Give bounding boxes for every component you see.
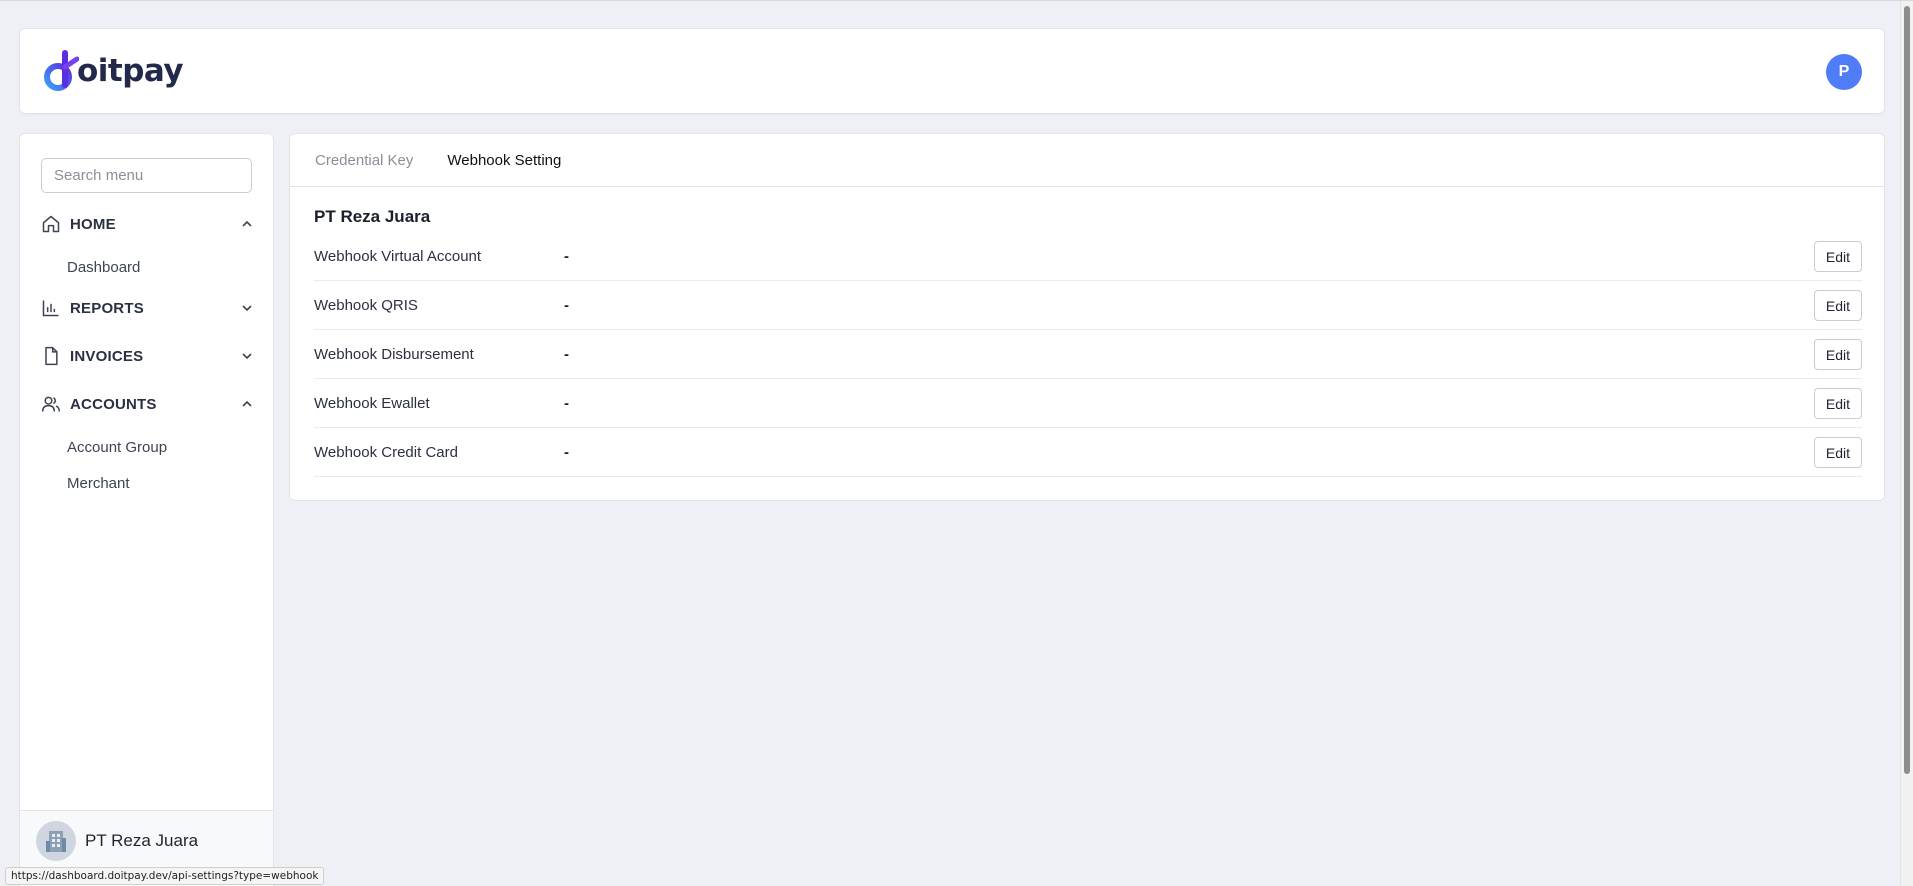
edit-qris-button[interactable]: Edit <box>1813 290 1862 321</box>
account-name: PT Reza Juara <box>85 830 199 850</box>
chevron-down-icon <box>240 349 254 363</box>
user-avatar[interactable]: P <box>1826 54 1862 90</box>
doitpay-logo[interactable]: oitpay <box>43 49 184 93</box>
chevron-up-icon <box>240 397 254 411</box>
webhook-value: - <box>564 443 569 461</box>
edit-virtual-account-button[interactable]: Edit <box>1813 241 1862 272</box>
webhook-label: Webhook QRIS <box>314 296 418 314</box>
webhook-label: Webhook Disbursement <box>314 345 474 363</box>
webhook-value: - <box>564 345 569 363</box>
webhook-value: - <box>564 247 569 265</box>
webhook-row-credit-card: Webhook Credit Card - Edit <box>314 428 1862 477</box>
search-menu-input[interactable] <box>41 158 252 193</box>
webhook-row-disbursement: Webhook Disbursement - Edit <box>314 330 1862 379</box>
logo-mark-icon <box>44 50 79 91</box>
home-icon <box>41 214 61 234</box>
nav-section-accounts[interactable]: ACCOUNTS <box>41 390 254 418</box>
webhook-label: Webhook Credit Card <box>314 443 458 461</box>
edit-ewallet-button[interactable]: Edit <box>1813 388 1862 419</box>
company-title: PT Reza Juara <box>314 207 431 226</box>
webhook-label: Webhook Ewallet <box>314 394 430 412</box>
settings-tabs: Credential Key Webhook Setting <box>290 134 1884 187</box>
tab-webhook-setting[interactable]: Webhook Setting <box>447 152 561 169</box>
edit-credit-card-button[interactable]: Edit <box>1813 437 1862 468</box>
sidebar: HOME Dashboard REPORTS INVOICES ACCOUNTS <box>19 133 274 886</box>
webhook-row-virtual-account: Webhook Virtual Account - Edit <box>314 232 1862 281</box>
sidebar-item-account-group[interactable]: Account Group <box>67 439 167 456</box>
document-icon <box>41 346 61 366</box>
logo-text: oitpay <box>77 53 184 89</box>
page-scrollbar[interactable] <box>1900 1 1913 886</box>
chevron-down-icon <box>240 301 254 315</box>
webhook-value: - <box>564 296 569 314</box>
webhook-label: Webhook Virtual Account <box>314 247 482 265</box>
sidebar-item-merchant[interactable]: Merchant <box>67 475 130 492</box>
webhook-list: Webhook Virtual Account - Edit Webhook Q… <box>314 232 1862 477</box>
nav-section-label: ACCOUNTS <box>70 395 157 413</box>
edit-disbursement-button[interactable]: Edit <box>1813 339 1862 370</box>
building-icon <box>36 820 76 861</box>
users-icon <box>41 394 61 414</box>
scrollbar-thumb[interactable] <box>1904 6 1910 774</box>
bar-chart-icon <box>41 298 61 318</box>
webhook-value: - <box>564 394 569 412</box>
webhook-row-ewallet: Webhook Ewallet - Edit <box>314 379 1862 428</box>
nav-section-home[interactable]: HOME <box>41 210 254 238</box>
link-status-url: https://dashboard.doitpay.dev/api-settin… <box>5 867 325 885</box>
nav-section-invoices[interactable]: INVOICES <box>41 342 254 370</box>
sidebar-footer-account[interactable]: PT Reza Juara <box>20 810 273 870</box>
sidebar-item-dashboard[interactable]: Dashboard <box>67 259 140 276</box>
nav-section-label: HOME <box>70 215 116 233</box>
chevron-up-icon <box>240 217 254 231</box>
nav-section-reports[interactable]: REPORTS <box>41 294 254 322</box>
top-header: oitpay P <box>19 28 1885 114</box>
tab-credential-key[interactable]: Credential Key <box>315 152 413 169</box>
nav-section-label: REPORTS <box>70 299 144 317</box>
nav-section-label: INVOICES <box>70 347 144 365</box>
webhook-settings-card: Credential Key Webhook Setting PT Reza J… <box>289 133 1885 501</box>
webhook-row-qris: Webhook QRIS - Edit <box>314 281 1862 330</box>
